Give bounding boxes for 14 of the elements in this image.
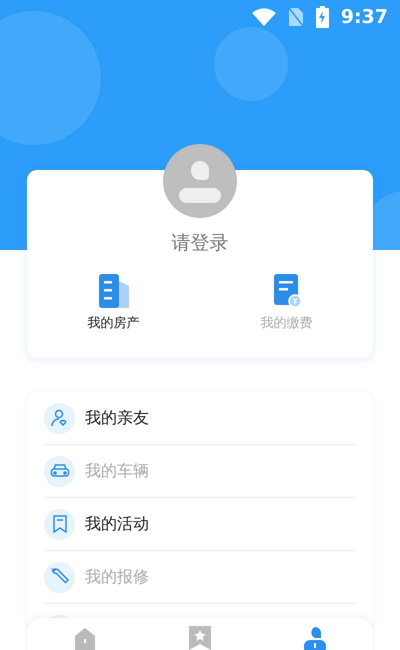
building-icon: [98, 274, 128, 308]
car-icon: [50, 463, 70, 479]
bill-icon: [272, 274, 302, 308]
wifi-icon: [252, 8, 276, 26]
person-heart-icon: [50, 409, 68, 427]
battery-charging-icon: [316, 6, 329, 28]
bookmark-icon: [52, 515, 68, 533]
clock-time: 9:37: [340, 6, 388, 28]
menu-item[interactable]: 我的亲友: [85, 408, 149, 428]
avatar-icon[interactable]: [163, 144, 237, 218]
login-prompt[interactable]: 请登录: [172, 230, 228, 256]
shortcut-label[interactable]: 我的房产: [88, 314, 140, 332]
menu-item[interactable]: 我的活动: [85, 514, 149, 534]
no-sim-icon: [288, 7, 304, 27]
